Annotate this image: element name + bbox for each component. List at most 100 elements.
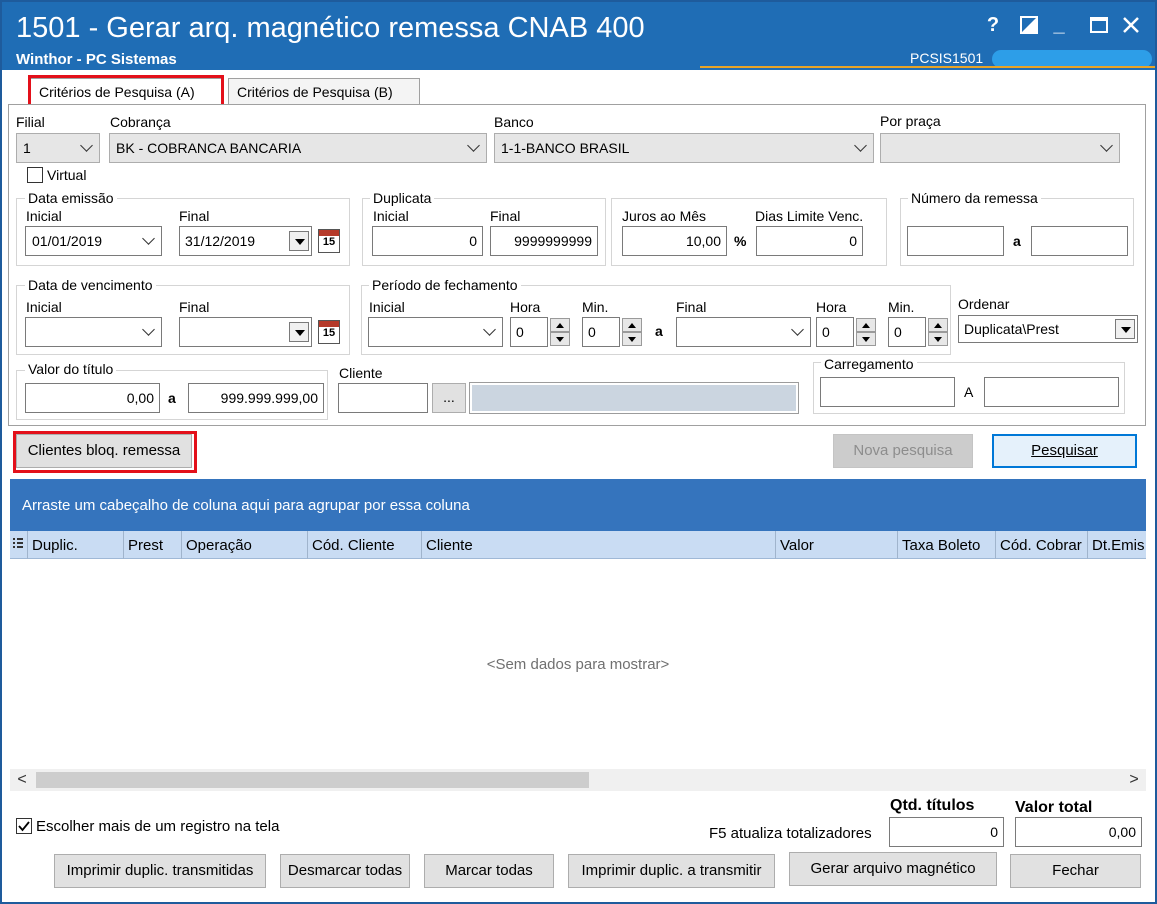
- valor-from-input[interactable]: 0,00: [25, 383, 160, 413]
- emissao-inicial-date[interactable]: 01/01/2019: [25, 226, 162, 256]
- column-header-valor[interactable]: Valor: [776, 531, 898, 559]
- banco-label: Banco: [494, 114, 534, 130]
- chevron-down-icon: [467, 139, 480, 152]
- grid-body[interactable]: <Sem dados para mostrar>: [10, 559, 1146, 769]
- min2-label: Min.: [888, 299, 915, 315]
- cliente-browse-button[interactable]: ...: [432, 383, 466, 413]
- cliente-code-input[interactable]: [338, 383, 428, 413]
- multi-select-checkbox[interactable]: [16, 818, 32, 834]
- periodo-inicial-label: Inicial: [369, 299, 405, 315]
- maximize-icon[interactable]: [1086, 12, 1112, 38]
- dropdown-arrow-icon[interactable]: [289, 231, 309, 251]
- chevron-down-icon: [1100, 139, 1113, 152]
- juros-unit: %: [734, 233, 747, 249]
- virtual-label: Virtual: [47, 167, 87, 183]
- tab-criterios-b[interactable]: Critérios de Pesquisa (B): [228, 78, 420, 104]
- vencimento-final-date[interactable]: [179, 317, 312, 347]
- fechar-button[interactable]: Fechar: [1010, 854, 1141, 888]
- column-header-duplic[interactable]: Duplic.: [28, 531, 124, 559]
- ordenar-label: Ordenar: [958, 296, 1010, 312]
- carregamento-from-input[interactable]: [820, 377, 955, 407]
- periodo-final-date[interactable]: [676, 317, 811, 347]
- restore-layout-icon[interactable]: [1016, 12, 1042, 38]
- ordenar-select[interactable]: Duplicata\Prest: [958, 315, 1138, 343]
- close-icon[interactable]: [1118, 12, 1144, 38]
- multi-select-label: Escolher mais de um registro na tela: [36, 818, 280, 835]
- column-header-taxa-boleto[interactable]: Taxa Boleto: [898, 531, 996, 559]
- column-header-prest[interactable]: Prest: [124, 531, 182, 559]
- ordenar-value: Duplicata\Prest: [964, 321, 1059, 337]
- hora2-input[interactable]: 0: [816, 317, 854, 347]
- column-header-operacao[interactable]: Operação: [182, 531, 308, 559]
- banco-value: 1-1-BANCO BRASIL: [501, 140, 630, 156]
- chevron-down-icon: [142, 323, 155, 336]
- duplicata-inicial-label: Inicial: [373, 208, 409, 224]
- emissao-inicial-value: 01/01/2019: [32, 233, 103, 249]
- scroll-right-icon[interactable]: >: [1124, 770, 1144, 790]
- emissao-inicial-label: Inicial: [26, 208, 62, 224]
- juros-input[interactable]: 10,00: [622, 226, 727, 256]
- hora2-spinner[interactable]: [856, 317, 876, 347]
- chevron-down-icon: [483, 323, 496, 336]
- chevron-down-icon: [142, 232, 155, 245]
- banco-select[interactable]: 1-1-BANCO BRASIL: [494, 133, 874, 163]
- min1-input[interactable]: 0: [582, 317, 620, 347]
- chevron-down-icon: [854, 139, 867, 152]
- vencimento-inicial-date[interactable]: [25, 317, 162, 347]
- dropdown-arrow-icon[interactable]: [289, 322, 309, 342]
- column-header-cliente[interactable]: Cliente: [422, 531, 776, 559]
- column-chooser-icon[interactable]: [10, 531, 28, 559]
- scroll-left-icon[interactable]: <: [12, 770, 32, 790]
- column-header-dt-emis[interactable]: Dt.Emis: [1088, 531, 1146, 559]
- cobranca-value: BK - COBRANCA BANCARIA: [116, 140, 302, 156]
- emissao-final-date[interactable]: 31/12/2019: [179, 226, 312, 256]
- valor-to-input[interactable]: 999.999.999,00: [188, 383, 324, 413]
- column-header-cod-cobrar[interactable]: Cód. Cobrar: [996, 531, 1088, 559]
- cliente-name-field: [469, 382, 799, 414]
- chevron-down-icon: [80, 139, 93, 152]
- emissao-final-label: Final: [179, 208, 210, 224]
- remessa-to-input[interactable]: [1031, 226, 1128, 256]
- calendar-icon[interactable]: 15: [318, 229, 340, 253]
- marcar-todas-button[interactable]: Marcar todas: [424, 854, 554, 888]
- calendar-icon[interactable]: 15: [318, 320, 340, 344]
- valor-total-label: Valor total: [1015, 799, 1093, 816]
- min2-input[interactable]: 0: [888, 317, 926, 347]
- imprimir-transmitidas-button[interactable]: Imprimir duplic. transmitidas: [54, 854, 266, 888]
- gerar-arquivo-button[interactable]: Gerar arquivo magnético: [789, 852, 997, 886]
- cobranca-label: Cobrança: [110, 114, 171, 130]
- help-icon[interactable]: ?: [980, 12, 1006, 38]
- imprimir-transmitir-button[interactable]: Imprimir duplic. a transmitir: [568, 854, 775, 888]
- scroll-thumb[interactable]: [36, 772, 589, 788]
- column-header-cod-cliente[interactable]: Cód. Cliente: [308, 531, 422, 559]
- group-by-bar[interactable]: Arraste um cabeçalho de coluna aqui para…: [10, 479, 1146, 531]
- nova-pesquisa-button[interactable]: Nova pesquisa: [833, 434, 973, 468]
- cobranca-select[interactable]: BK - COBRANCA BANCARIA: [109, 133, 487, 163]
- carregamento-to-input[interactable]: [984, 377, 1119, 407]
- min2-spinner[interactable]: [928, 317, 948, 347]
- remessa-from-input[interactable]: [907, 226, 1004, 256]
- dias-limite-input[interactable]: 0: [756, 226, 863, 256]
- horizontal-scrollbar[interactable]: < >: [10, 769, 1146, 791]
- carregamento-sep: A: [964, 384, 974, 400]
- calendar-day: 15: [322, 236, 336, 248]
- virtual-checkbox[interactable]: [27, 167, 43, 183]
- checkmark-icon: [18, 821, 30, 832]
- min1-spinner[interactable]: [622, 317, 642, 347]
- hora1-input[interactable]: 0: [510, 317, 548, 347]
- duplicata-inicial-input[interactable]: 0: [372, 226, 483, 256]
- dropdown-arrow-icon[interactable]: [1115, 319, 1135, 339]
- pesquisar-button[interactable]: Pesquisar: [992, 434, 1137, 468]
- numero-remessa-label: Número da remessa: [908, 190, 1041, 206]
- data-vencimento-label: Data de vencimento: [25, 277, 156, 293]
- periodo-inicial-date[interactable]: [368, 317, 503, 347]
- window-title: 1501 - Gerar arq. magnético remessa CNAB…: [16, 12, 645, 44]
- hora1-spinner[interactable]: [550, 317, 570, 347]
- praca-select[interactable]: [880, 133, 1120, 163]
- periodo-final-label: Final: [676, 299, 707, 315]
- filial-select[interactable]: 1: [16, 133, 100, 163]
- desmarcar-todas-button[interactable]: Desmarcar todas: [280, 854, 410, 888]
- dias-limite-label: Dias Limite Venc.: [755, 208, 864, 224]
- duplicata-final-input[interactable]: 9999999999: [490, 226, 598, 256]
- minimize-icon[interactable]: _: [1046, 12, 1072, 38]
